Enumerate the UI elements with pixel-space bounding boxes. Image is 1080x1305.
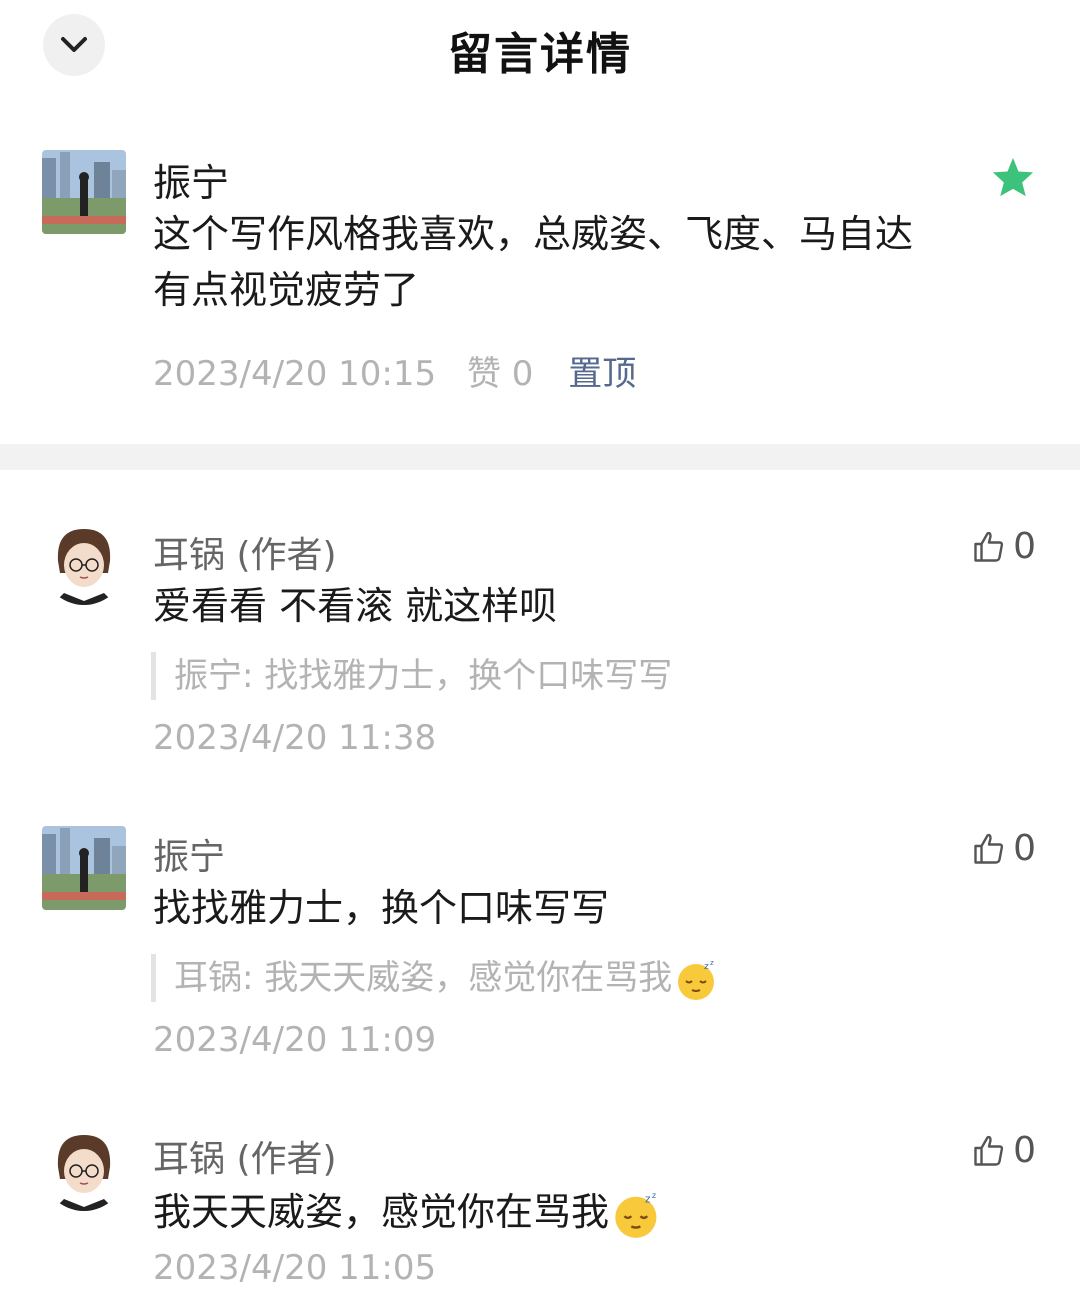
section-divider — [0, 444, 1080, 470]
avatar[interactable] — [42, 1127, 126, 1211]
reply-time: 2023/4/20 11:38 — [153, 718, 437, 758]
sleepy-emoji-icon: z z — [678, 959, 715, 1000]
pin-button[interactable]: 置顶 — [568, 354, 636, 394]
like-button[interactable]: 0 — [971, 828, 1036, 869]
like-button[interactable]: 0 — [971, 526, 1036, 567]
like-count: 0 — [1013, 1130, 1036, 1171]
reply-author: 耳锅 (作者) — [153, 535, 337, 576]
reply-author: 振宁 — [153, 837, 226, 878]
comment-content: 这个写作风格我喜欢，总威姿、飞度、马自达有点视觉疲劳了 — [153, 212, 914, 312]
header: 留言详情 — [0, 0, 1080, 96]
avatar[interactable] — [42, 826, 126, 910]
reply-quote: 耳锅: 我天天威姿，感觉你在骂我 z z — [151, 954, 718, 1002]
thumbs-up-icon — [974, 531, 1004, 562]
comment-meta: 2023/4/20 10:15 赞 0 置顶 — [153, 346, 636, 395]
svg-text:z: z — [652, 1191, 656, 1200]
svg-text:z: z — [704, 962, 709, 972]
svg-text:z: z — [710, 959, 714, 967]
page-title: 留言详情 — [448, 29, 632, 80]
reply-quote: 振宁: 找找雅力士，换个口味写写 — [151, 652, 672, 700]
reply-quote-text: 耳锅: 我天天威姿，感觉你在骂我 — [174, 958, 673, 998]
sleepy-emoji-icon: z z — [615, 1191, 657, 1238]
reply-time: 2023/4/20 11:09 — [153, 1020, 437, 1060]
thumbs-up-icon — [974, 833, 1004, 864]
reply-content-text: 我天天威姿，感觉你在骂我 — [153, 1190, 610, 1234]
star-icon[interactable] — [991, 156, 1035, 198]
reply-author: 耳锅 (作者) — [153, 1139, 337, 1180]
like-count: 0 — [1013, 526, 1036, 567]
avatar[interactable] — [42, 521, 126, 605]
like-count[interactable]: 赞 0 — [467, 354, 533, 394]
svg-text:z: z — [645, 1193, 650, 1205]
reply-content: 我天天威姿，感觉你在骂我 z z — [153, 1184, 923, 1240]
avatar[interactable] — [42, 150, 126, 234]
like-button[interactable]: 0 — [971, 1130, 1036, 1171]
thumbs-up-icon — [974, 1135, 1004, 1166]
reply-time: 2023/4/20 11:05 — [153, 1248, 437, 1288]
reply-content: 找找雅力士，换个口味写写 — [153, 886, 610, 930]
comment-time: 2023/4/20 10:15 — [153, 354, 437, 394]
comment-author: 振宁 — [153, 161, 230, 205]
like-count: 0 — [1013, 828, 1036, 869]
reply-content: 爱看看 不看滚 就这样呗 — [153, 584, 558, 628]
